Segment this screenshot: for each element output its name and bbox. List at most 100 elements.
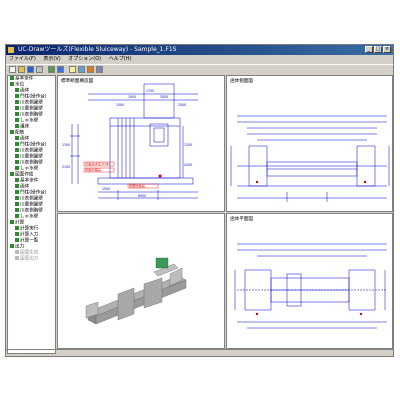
pane-box-side-view[interactable]: 函体側面図 (226, 75, 393, 212)
tree-node-icon (15, 208, 19, 212)
view-icon[interactable] (78, 66, 85, 73)
maximize-button[interactable]: □ (374, 46, 382, 53)
pane-3d-view[interactable] (57, 213, 225, 349)
tree-item-label: 川表側胸壁 (20, 160, 43, 166)
red-note: 計画高水位 H.W.L (85, 161, 111, 166)
pane-box-plan-view[interactable]: 函体平面図 (226, 213, 393, 349)
tree-item-label: 門柱(操作台) (20, 190, 47, 196)
tree-item-label: 計算一覧 (20, 238, 39, 244)
tree-item-label: 護床 (20, 124, 30, 130)
tree-node-icon (10, 172, 14, 176)
tree-item-label: 川裏側翼壁 (20, 106, 43, 112)
app-window: UC-Drawツールズ(Flexible Sluiceway) - Sample… (5, 44, 394, 357)
open-folder-icon[interactable] (18, 66, 25, 73)
tree-item-label: 函体 (20, 88, 30, 94)
close-button[interactable]: × (383, 46, 391, 53)
dim-label: 3500 (160, 95, 168, 99)
new-file-icon[interactable] (9, 66, 16, 73)
tree-item-label: 図面出力 (20, 256, 39, 262)
tree-item-label: 函体 (20, 136, 30, 142)
pane-standard-section[interactable]: 標準断面構造図 1700 1000 3500 1500 2500 1300 21… (57, 75, 225, 212)
pane-title: 函体平面図 (230, 217, 253, 222)
zoom-icon[interactable] (87, 66, 94, 73)
tree-node-icon (10, 82, 14, 86)
dim-label: 1500 (116, 103, 124, 107)
tree-item-label: 基本条件 (20, 178, 39, 184)
layout-icon[interactable] (48, 66, 55, 73)
tree-node-icon (10, 244, 14, 248)
tree-item-label: 川表側翼壁 (20, 196, 43, 202)
tree-item-label: しゃ水壁 (20, 214, 39, 220)
tree-item-label: 川表側翼壁 (20, 100, 43, 106)
settings-icon[interactable] (96, 66, 103, 73)
dim-label: 1200 (184, 143, 192, 147)
box-side-drawing (230, 115, 390, 202)
tree-node-icon (15, 148, 19, 152)
tree-item-label: 計算入力 (20, 232, 39, 238)
dim-label: 1000 (128, 95, 136, 99)
tree-node-icon (15, 232, 19, 236)
title-bar: UC-Drawツールズ(Flexible Sluiceway) - Sample… (6, 45, 393, 55)
tree-node-icon (15, 214, 19, 218)
red-note: 基礎底面高 (129, 183, 145, 188)
menu-help[interactable]: ヘルプ(H) (109, 56, 132, 62)
tree-item-label: 門柱(操作台) (20, 94, 47, 100)
tree-node-icon (15, 184, 19, 188)
tree-item-label: 計算実行 (20, 226, 39, 232)
tree-item-label: 川裏側翼壁 (20, 154, 43, 160)
menu-file[interactable]: ファイル(F) (9, 56, 36, 62)
tree-node-icon (15, 256, 19, 260)
tree-item-label: しゃ水壁 (20, 166, 39, 172)
tree-node-icon (15, 196, 19, 200)
tree-item-label: 川表側翼壁 (20, 148, 43, 154)
print-icon[interactable] (36, 66, 43, 73)
tree-item-label: しゃ水壁 (20, 118, 39, 124)
tree-node-icon (15, 226, 19, 230)
tree-node-icon (15, 190, 19, 194)
navigation-tree[interactable]: 基本条件 水位 函体 門柱(操作台) 川表側翼壁 川裏側翼壁 川表側胸壁 しゃ水壁 護床 配筋 函体… (7, 75, 56, 354)
dim-label: 2500 (178, 103, 186, 107)
model-3d-drawing (85, 257, 187, 325)
save-icon[interactable] (27, 66, 34, 73)
menu-view[interactable]: 表示(V) (43, 56, 60, 62)
standard-section-drawing: 1700 1000 3500 1500 2500 1300 2100 6500 … (62, 83, 198, 200)
tree-item-label: 川表側胸壁 (20, 112, 43, 118)
tree-item-label: 図面作成 (15, 172, 34, 178)
tree-node-icon (15, 106, 19, 110)
tree-item-label: 川表側胸壁 (20, 208, 43, 214)
tree-node-icon (15, 94, 19, 98)
tree-node-icon (10, 76, 14, 80)
tree-node-icon (15, 136, 19, 140)
tree-node-icon (10, 130, 14, 134)
tree-node-icon (15, 250, 19, 254)
drawing-icon[interactable] (57, 66, 64, 73)
tree-node-icon (15, 178, 19, 182)
tree-item[interactable]: 図面出力 (8, 256, 55, 262)
tree-node-icon (15, 100, 19, 104)
tree-node-icon (15, 118, 19, 122)
tree-node-icon (10, 220, 14, 224)
dim-label: 4200 (184, 163, 192, 167)
window-title: UC-Drawツールズ(Flexible Sluiceway) - Sample… (18, 46, 177, 53)
status-bar (6, 349, 393, 357)
help-icon[interactable] (69, 66, 76, 73)
toolbar (6, 64, 393, 75)
tree-item-label: 計算 (15, 220, 25, 226)
dim-label: 1300 (62, 143, 70, 147)
tree-node-icon (15, 202, 19, 206)
tree-node-icon (15, 160, 19, 164)
dim-label: 1700 (146, 89, 154, 93)
dim-label: 2100 (62, 165, 70, 169)
tree-item-label: 水位 (15, 82, 25, 88)
menu-options[interactable]: オプション(O) (68, 56, 101, 62)
tree-node-icon (15, 112, 19, 116)
tree-node-icon (15, 88, 19, 92)
dim-label: 6500 (138, 194, 146, 198)
app-icon (8, 47, 14, 53)
tree-item-label: 基本条件 (15, 76, 34, 82)
minimize-button[interactable]: _ (365, 46, 373, 53)
tree-item-label: 川裏側翼壁 (20, 202, 43, 208)
tree-item-label: 出力 (15, 244, 25, 250)
tree-node-icon (15, 154, 19, 158)
tree-node-icon (15, 124, 19, 128)
